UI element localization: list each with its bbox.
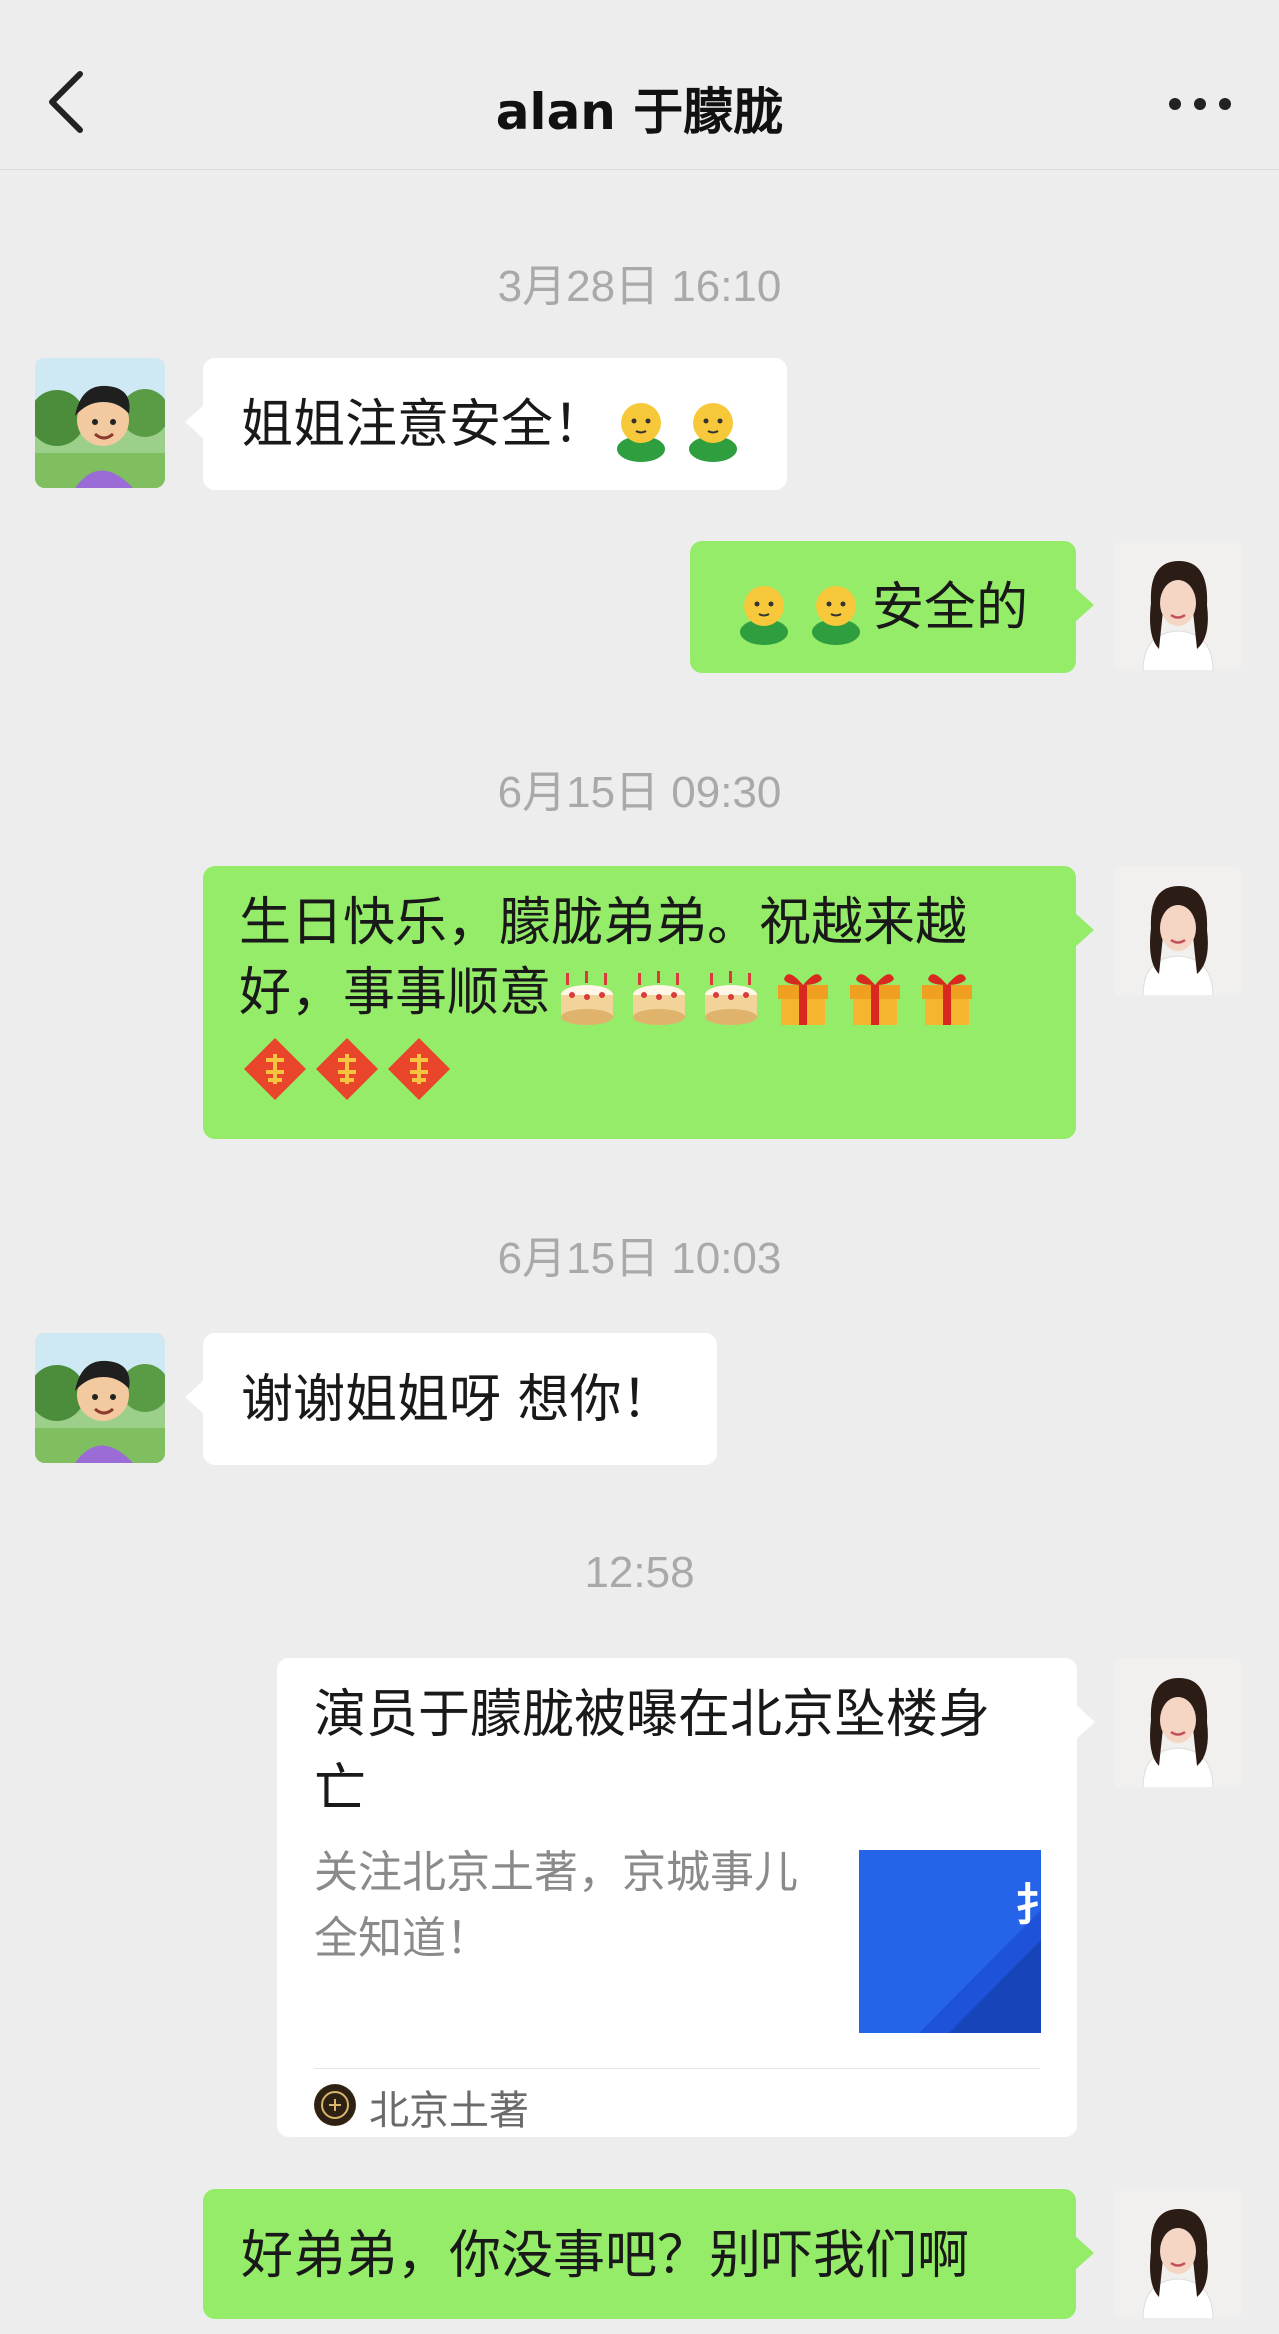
avatar-alan[interactable]	[35, 1333, 165, 1463]
emoji-green-face-icon	[678, 393, 748, 463]
article-thumbnail: 扌	[859, 1850, 1041, 2033]
message-bubble-sent[interactable]: 好弟弟，你没事吧？别吓我们啊	[203, 2189, 1094, 2319]
cake-emoji-icon	[552, 961, 622, 1031]
more-dots-icon	[1169, 98, 1231, 110]
source-logo-icon	[314, 2084, 356, 2126]
gift-emoji-icon	[912, 961, 982, 1031]
timestamp: 6月15日 10:03	[497, 1234, 782, 1283]
timestamp: 12:58	[584, 1548, 695, 1597]
fu-emoji-icon	[384, 1034, 454, 1104]
card-divider	[314, 2068, 1040, 2069]
more-button[interactable]	[1167, 84, 1233, 124]
cake-emoji-icon	[696, 961, 766, 1031]
message-bubble-sent[interactable]: 生日快乐，朦胧弟弟。祝越来越好，事事顺意	[203, 866, 1094, 1139]
message-text: 安全的	[872, 578, 1029, 638]
emoji-green-face-icon	[729, 576, 799, 646]
emoji-green-face-icon	[606, 393, 676, 463]
article-description: 关注北京土著，京城事儿全知道！	[314, 1847, 798, 1964]
message-bubble-sent[interactable]: 安全的	[690, 541, 1094, 673]
emoji-green-face-icon	[801, 576, 871, 646]
chat-title: alan 于朦胧	[495, 83, 784, 141]
fu-emoji-icon	[240, 1034, 310, 1104]
message-bubble-received[interactable]: 谢谢姐姐呀 想你！	[185, 1333, 717, 1465]
article-title: 演员于朦胧被曝在北京坠楼身亡	[314, 1685, 991, 1819]
message-bubble-received[interactable]: 姐姐注意安全！	[185, 358, 787, 490]
svg-text:扌: 扌	[1015, 1880, 1041, 1931]
avatar-self[interactable]	[1113, 866, 1243, 996]
timestamp: 3月28日 16:10	[497, 262, 782, 311]
message-text: 好弟弟，你没事吧？别吓我们啊	[241, 2226, 970, 2286]
message-text: 姐姐注意安全！	[241, 395, 606, 455]
timestamp: 6月15日 09:30	[497, 768, 782, 817]
article-source-name: 北京土著	[369, 2088, 529, 2134]
avatar-self[interactable]	[1113, 2189, 1243, 2319]
cake-emoji-icon	[624, 961, 694, 1031]
avatar-self[interactable]	[1113, 1658, 1243, 1788]
shared-article-card[interactable]: 演员于朦胧被曝在北京坠楼身亡 关注北京土著，京城事儿全知道！ 扌 北京土著	[277, 1658, 1095, 2137]
gift-emoji-icon	[768, 961, 838, 1031]
fu-emoji-icon	[312, 1034, 382, 1104]
gift-emoji-icon	[840, 961, 910, 1031]
message-text: 谢谢姐姐呀 想你！	[241, 1370, 674, 1430]
nav-bar: alan 于朦胧	[0, 0, 1279, 170]
avatar-alan[interactable]	[35, 358, 165, 488]
avatar-self[interactable]	[1113, 541, 1243, 671]
